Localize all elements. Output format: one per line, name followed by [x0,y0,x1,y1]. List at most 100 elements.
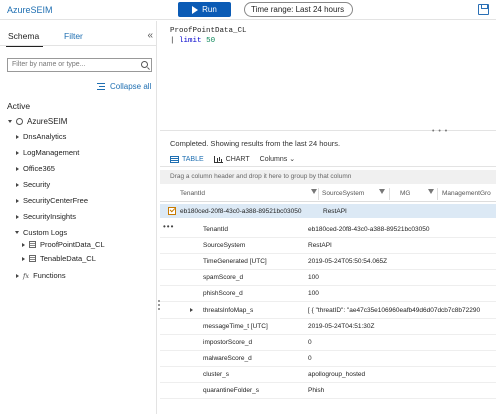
column-separator[interactable] [318,188,319,200]
detail-key: quarantineFolder_s [203,387,260,394]
detail-value: 0 [308,339,312,346]
tree-label: TenableData_CL [40,254,96,263]
detail-row: phishScore_d 100 [160,286,496,302]
chart-icon [213,155,223,163]
view-chart-label: CHART [225,155,250,163]
columns-dropdown[interactable]: Columns ⌄ [260,155,295,163]
tree-workspace[interactable]: AzureSEIM [8,117,67,126]
tree-item-securityinsights[interactable]: SecurityInsights [16,212,76,221]
detail-value: 2019-05-24T05:50:54.065Z [308,258,388,265]
detail-value: 2019-05-24T04:51:30Z [308,323,375,330]
chevron-right-icon [22,242,25,247]
tab-schema[interactable]: Schema [5,31,44,47]
run-button[interactable]: Run [178,2,231,17]
function-icon: fx [23,271,30,280]
query-table-name: ProofPointData_CL [170,27,247,35]
tree-item-tenabledata[interactable]: TenableData_CL [22,254,96,263]
results-status: Completed. Showing results from the last… [170,139,341,148]
chevron-right-icon[interactable] [190,308,193,312]
table-view-icon [170,155,179,163]
detail-row: messageTime_t [UTC] 2019-05-24T04:51:30Z [160,319,496,335]
tree-label: AzureSEIM [27,117,68,126]
tree-item-office365[interactable]: Office365 [16,164,55,173]
column-separator[interactable] [437,188,438,200]
column-header-sourcesystem[interactable]: SourceSystem [322,190,364,197]
detail-row[interactable]: threatsInfoMap_s [ { "threatID": "ae47c3… [160,303,496,319]
collapse-all-button[interactable]: Collapse all [97,82,151,91]
expand-row-checkbox[interactable] [168,207,176,215]
query-editor[interactable]: ProofPointData_CL | limit 50 • • • [160,21,496,135]
column-header-mg[interactable]: MG [400,190,410,197]
time-range-button[interactable]: Time range: Last 24 hours [244,2,353,17]
chevron-right-icon [16,150,19,155]
resize-handle[interactable]: • • • [432,128,448,135]
tree-item-securitycenterfree[interactable]: SecurityCenterFree [16,196,88,205]
tree-label: Custom Logs [23,228,68,237]
detail-row: SourceSystem RestAPI [160,238,496,254]
save-icon[interactable] [478,4,489,15]
chevron-right-icon [22,256,25,261]
collapse-pane-icon[interactable]: « [147,30,153,41]
divider [160,166,496,167]
view-chart-tab[interactable]: CHART [213,155,250,163]
play-icon [192,5,199,14]
detail-row: TimeGenerated [UTC] 2019-05-24T05:50:54.… [160,254,496,270]
chevron-right-icon [16,273,19,278]
detail-row: TenantId eb180ced-20f8-43c0-a388-89521bc… [160,222,496,238]
chevron-right-icon [16,214,19,219]
filter-icon[interactable] [428,189,434,194]
chevron-right-icon [16,166,19,171]
tree-label: Office365 [23,164,55,173]
tree-label: SecurityInsights [23,212,76,221]
filter-icon[interactable] [379,189,385,194]
detail-key: TenantId [203,226,228,233]
detail-row: cluster_s apollogroup_hosted [160,367,496,383]
column-separator[interactable] [389,188,390,200]
tree-item-functions[interactable]: fx Functions [16,271,66,280]
chevron-down-icon: ⌄ [289,156,296,163]
view-table-label: TABLE [182,155,204,163]
detail-value: 100 [308,274,319,281]
query-keyword: limit [179,37,202,45]
detail-value: RestAPI [308,242,332,249]
detail-row: spamScore_d 100 [160,270,496,286]
table-icon [29,241,36,248]
detail-row: impostorScore_d 0 [160,335,496,351]
run-label: Run [202,5,217,14]
tree-label: DnsAnalytics [23,132,67,141]
table-row[interactable]: eb180ced-20f8-43c0-a388-89521bc03050 Res… [160,204,496,218]
app-title[interactable]: AzureSEIM [7,5,53,15]
chevron-right-icon [16,198,19,203]
cell-tenantid: eb180ced-20f8-43c0-a388-89521bc03050 [180,208,302,215]
group-by-drop-zone[interactable]: Drag a column header and drop it here to… [160,170,496,184]
column-header-managementgroup[interactable]: ManagementGro [442,190,491,197]
tree-item-proofpointdata[interactable]: ProofPointData_CL [22,240,105,249]
detail-key: cluster_s [203,371,230,378]
column-header-tenantid[interactable]: TenantId [180,190,205,197]
detail-value: [ { "threatID": "ae47c35e106960eafb49d6d… [308,307,481,314]
tree-item-dnsanalytics[interactable]: DnsAnalytics [16,132,66,141]
search-icon [141,61,148,68]
tree-label: Functions [33,271,66,280]
tree-item-security[interactable]: Security [16,180,50,189]
detail-key: messageTime_t [UTC] [203,323,268,330]
query-pipe: | [170,37,175,45]
cell-sourcesystem: RestAPI [323,208,347,215]
tree-item-custom-logs[interactable]: Custom Logs [15,228,67,237]
filter-icon[interactable] [311,189,317,194]
results-view-bar: TABLE CHART Columns ⌄ [170,155,295,163]
filter-placeholder: Filter by name or type... [12,61,86,68]
log-analytics-window: AzureSEIM Run Time range: Last 24 hours … [0,0,496,414]
tree-item-logmanagement[interactable]: LogManagement [16,148,79,157]
view-table-tab[interactable]: TABLE [170,155,204,163]
collapse-all-label: Collapse all [110,82,152,91]
schema-panel: Schema Filter « Filter by name or type..… [0,21,157,414]
detail-value: 100 [308,290,319,297]
detail-value: eb180ced-20f8-43c0-a388-89521bc03050 [308,226,430,233]
detail-value: 0 [308,355,312,362]
filter-input[interactable]: Filter by name or type... [7,58,152,72]
table-icon [29,255,36,262]
tab-filter[interactable]: Filter [64,31,83,41]
detail-row: quarantineFolder_s Phish [160,383,496,399]
tree-label: LogManagement [23,148,80,157]
